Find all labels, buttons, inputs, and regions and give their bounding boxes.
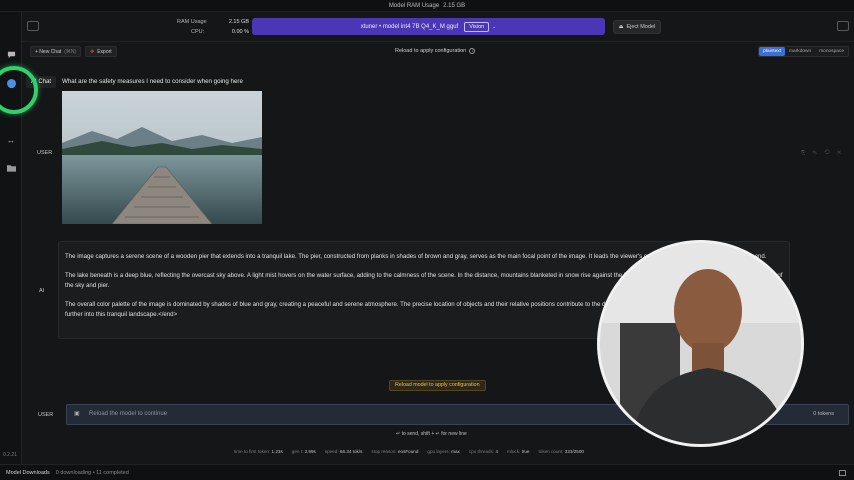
token-count: 0 tokens [813,411,834,417]
attach-image-icon[interactable]: ▣ [74,410,81,418]
eject-label: Eject Model [626,24,656,30]
ai-role-label: AI [39,288,45,294]
title-bar: Model RAM Usage 2.15 GB [0,0,854,12]
new-chat-shortcut: (⌘N) [64,48,77,55]
send-hint: ↵ to send, shift + ↵ for new line [396,431,467,437]
header-bar: RAM Usage 2.15 GB CPU: 0.00 % xtuner • mod… [22,12,854,42]
tab-plaintext[interactable]: plaintext [759,47,786,56]
mouse-cursor-icon [7,79,16,88]
stat-item: cpu threads: 4 [468,449,498,454]
webcam-overlay [597,240,804,447]
attached-image[interactable] [62,91,262,224]
app-version: 0.2.21 [3,452,17,458]
downloads-footer[interactable]: Model Downloads 0 downloading • 11 compl… [0,464,854,480]
info-icon[interactable]: i [469,48,476,54]
cpu-label: CPU: [191,29,205,35]
export-button[interactable]: ✥ Export [85,46,117,57]
panel-icon[interactable] [839,470,846,476]
stat-item: mlock: true [507,449,530,454]
message-actions[interactable]: ⎘ ✎ ⟲ ✕ [801,150,844,156]
ram-value: 2.15 GB [228,19,249,25]
export-icon: ✥ [90,48,95,55]
stat-item: token count: 323/2500 [538,449,584,454]
folder-icon[interactable] [6,164,16,174]
input-role-label: USER [38,412,54,418]
vision-badge: Vision [464,21,490,32]
model-name: xtuner • model int4 7B Q4_K_M gguf [360,23,459,30]
presenter-video [600,243,801,444]
resource-usage: RAM Usage 2.15 GB CPU: 0.00 % [177,17,249,37]
arrows-icon[interactable]: ↔ [6,136,16,146]
reload-note-text: Reload to apply configuration [395,48,467,54]
new-chat-label: + New Chat [35,48,62,55]
sidebar-toggle-icon[interactable] [27,21,39,31]
new-chat-button[interactable]: + New Chat (⌘N) [30,46,82,57]
reload-model-button[interactable]: Reload model to apply configuration [389,380,486,391]
input-placeholder: Reload the model to continue [89,411,168,417]
eject-model-button[interactable]: ⏏ Eject Model [613,20,661,34]
stat-item: stop reason: eosFound [371,449,419,454]
tab-markdown[interactable]: markdown [785,47,815,56]
tab-monospace[interactable]: monospace [815,47,848,56]
user-message-text[interactable]: What are the safety measures I need to c… [62,78,243,85]
pier-lake-image [62,91,262,224]
downloads-status: 0 downloading • 11 completed [55,469,129,476]
eject-icon: ⏏ [618,24,624,30]
model-selector[interactable]: xtuner • model int4 7B Q4_K_M gguf Visio… [252,18,605,35]
title-value: 2.15 GB [443,2,466,9]
right-panel-toggle-icon[interactable] [837,21,849,31]
stat-item: speed: 66.34 tok/s [324,449,363,454]
title-label: Model RAM Usage [388,2,440,9]
chat-toolbar: + New Chat (⌘N) ✥ Export Reload to apply… [22,43,854,61]
stat-item: time to first token: 1.23s [234,449,283,454]
folder-shape-icon [6,165,16,172]
view-mode-tabs: plaintext markdown monospace [758,46,849,57]
export-label: Export [97,48,112,55]
stat-item: gpu layers: max [427,449,460,454]
chat-icon[interactable] [6,50,16,60]
stat-item: gen t: 2.99s [291,449,316,454]
downloads-title: Model Downloads [6,469,50,476]
chevron-down-icon: ⌄ [492,23,497,30]
generation-stats: time to first token: 1.23s gen t: 2.99s … [234,449,593,454]
ram-label: RAM Usage [177,19,207,25]
reload-note: Reload to apply configuration i [395,48,476,54]
user-role-label: USER [37,150,53,156]
chat-bubble-icon [7,51,15,59]
cpu-value: 0.00 % [231,29,249,35]
